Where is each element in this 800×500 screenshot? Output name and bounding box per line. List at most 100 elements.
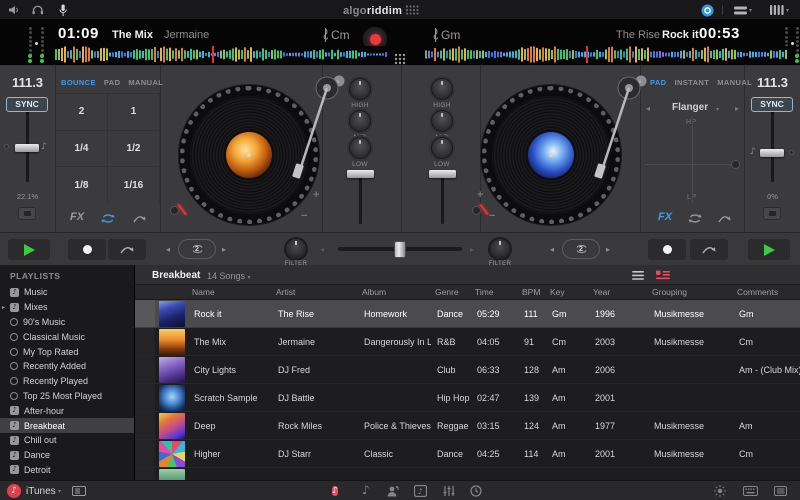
list-view-icon[interactable] [632,271,644,280]
history-tab-icon[interactable] [470,485,482,497]
effect-next-button[interactable]: ▸ [735,104,739,113]
column-header-year[interactable]: Year [589,287,648,297]
queue-view-icon[interactable] [656,270,670,281]
playlist-item-chill-out[interactable]: ♪ Chill out [0,433,134,448]
itunes-icon[interactable]: ♪ [7,484,21,498]
playlist-item-my-top-rated[interactable]: My Top Rated [0,344,134,359]
deck-b-keylock-button[interactable] [763,207,781,220]
play-button-b[interactable] [748,239,790,260]
playlist-item-music[interactable]: ♪ Music [0,285,134,300]
volume-fader-b[interactable] [429,170,456,178]
effect-prev-button[interactable]: ◂ [646,104,650,113]
songs-count-dropdown[interactable]: 14 Songs ▾ [207,271,251,281]
eq-mid-knob-b[interactable] [431,110,453,132]
playlist-item-recently-played[interactable]: Recently Played [0,374,134,389]
table-row[interactable]: City Lights DJ Fred Club 06:33 128 Am 2006 Am -… [135,356,800,384]
xy-handle[interactable] [731,160,740,169]
cue-button-b[interactable] [648,239,686,260]
crossfader-handle[interactable] [394,241,406,258]
playlist-item-breakbeat[interactable]: ♪ Breakbeat [0,418,134,433]
tab-fx-pad[interactable]: PAD [650,78,666,87]
column-header-bpm[interactable]: BPM [518,287,546,297]
loop-double-button-b[interactable]: ▸ [606,245,610,254]
loop-control-a[interactable]: 2 [178,239,216,259]
deck-layout-menu[interactable]: ▾ [734,6,752,15]
keyboard-icon[interactable] [743,486,758,496]
playlist-item-classical-music[interactable]: Classical Music [0,329,134,344]
column-header-album[interactable]: Album [358,287,431,297]
filter-knob-b[interactable] [488,237,512,261]
pad-cell-1-2[interactable]: 1/2 [108,129,160,167]
effect-dropdown-caret[interactable]: ▾ [716,106,719,113]
volume-fader-a[interactable] [347,170,374,178]
loop-double-button-a[interactable]: ▸ [222,245,226,254]
deck-b-fx-toggle[interactable]: FX [658,211,672,223]
brightness-icon[interactable] [714,485,726,497]
loop-control-b[interactable]: 2 [562,239,600,259]
nudge-plus-a[interactable]: + [313,189,319,201]
pad-cell-1-4[interactable]: 1/4 [56,129,108,167]
slip-button-a[interactable] [108,239,146,260]
column-header-grouping[interactable]: Grouping [648,287,733,297]
column-header-name[interactable]: Name [188,287,272,297]
playlist-item-90-s-music[interactable]: 90's Music [0,315,134,330]
loop-halve-button-b[interactable]: ◂ [550,245,554,254]
column-header-artist[interactable]: Artist [272,287,358,297]
headphones-icon[interactable] [32,5,44,16]
playlist-item-dance[interactable]: ♪ Dance [0,448,134,463]
table-row[interactable]: Rock it The Rise Homework Dance 05:29 111 Gm 19… [135,300,800,328]
nudge-minus-a[interactable]: − [301,210,307,222]
playlist-item-after-hour[interactable]: ♪ After-hour [0,403,134,418]
queue-list-icon[interactable] [774,486,787,496]
pad-cell-2[interactable]: 2 [56,93,108,130]
beat-grid-icon[interactable] [394,53,406,65]
deck-a-pitch-fader[interactable] [15,144,39,152]
eq-low-knob-a[interactable] [349,137,371,159]
songs-tab-icon[interactable]: ♪ [332,484,338,498]
slip-button-b[interactable] [690,239,728,260]
pad-cell-1-8[interactable]: 1/8 [56,166,108,203]
deck-a-keylock-button[interactable] [18,207,36,220]
waveform-deck-b[interactable] [425,46,790,63]
deck-b-loop-icon[interactable] [687,212,703,225]
pad-cell-1[interactable]: 1 [108,93,160,130]
nudge-plus-b[interactable]: + [477,189,483,201]
eq-low-knob-b[interactable] [431,137,453,159]
library-layout-menu[interactable]: ▾ [770,5,789,15]
eq-mid-knob-a[interactable] [349,110,371,132]
deck-a-fx-toggle[interactable]: FX [70,211,84,223]
tab-fx-instant[interactable]: INSTANT [674,78,709,87]
mixer-tab-icon[interactable] [443,485,455,497]
tab-pad[interactable]: PAD [104,78,120,87]
deck-b-sync-button[interactable]: SYNC [751,97,793,112]
playlist-item-top-25-most-played[interactable]: Top 25 Most Played [0,389,134,404]
table-row-partial[interactable] [135,468,800,480]
volume-icon[interactable] [8,5,20,15]
note-tab-icon[interactable]: ♪ [362,484,370,497]
deck-a-sync-button[interactable]: SYNC [6,97,48,112]
deck-a-loop-icon[interactable] [100,212,116,225]
loop-halve-button-a[interactable]: ◂ [166,245,170,254]
tab-manual[interactable]: MANUAL [128,78,163,87]
eq-high-knob-b[interactable] [431,78,453,100]
column-header-time[interactable]: Time [471,287,518,297]
deck-b-pitch-fader[interactable] [760,149,784,157]
disclosure-icon[interactable]: ▸ [2,304,5,311]
column-header-comments[interactable]: Comments [733,287,800,297]
table-row[interactable]: Scratch Sample DJ Battle Hip Hop 02:47 139 Am… [135,384,800,412]
effect-name[interactable]: Flanger [672,102,708,113]
nudge-minus-b[interactable]: − [489,210,495,222]
album-tab-icon[interactable]: ♪ [414,485,427,497]
eq-high-knob-a[interactable] [349,78,371,100]
table-row[interactable]: Higher DJ Starr Classic Dance 04:25 114 Am 2001… [135,440,800,468]
column-header-genre[interactable]: Genre [431,287,471,297]
table-row[interactable]: Deep Rock Miles Police & Thieves Reggae 03:1… [135,412,800,440]
tab-bounce[interactable]: BOUNCE [61,78,96,87]
pad-cell-1-16[interactable]: 1/16 [108,166,160,203]
filter-knob-a[interactable] [284,237,308,261]
itunes-source-label[interactable]: iTunes [26,486,56,497]
microphone-icon[interactable] [59,4,67,17]
playlist-item-detroit[interactable]: ♪ Detroit [0,463,134,478]
playlist-item-recently-added[interactable]: Recently Added [0,359,134,374]
itunes-dropdown-caret[interactable]: ▾ [58,488,61,495]
